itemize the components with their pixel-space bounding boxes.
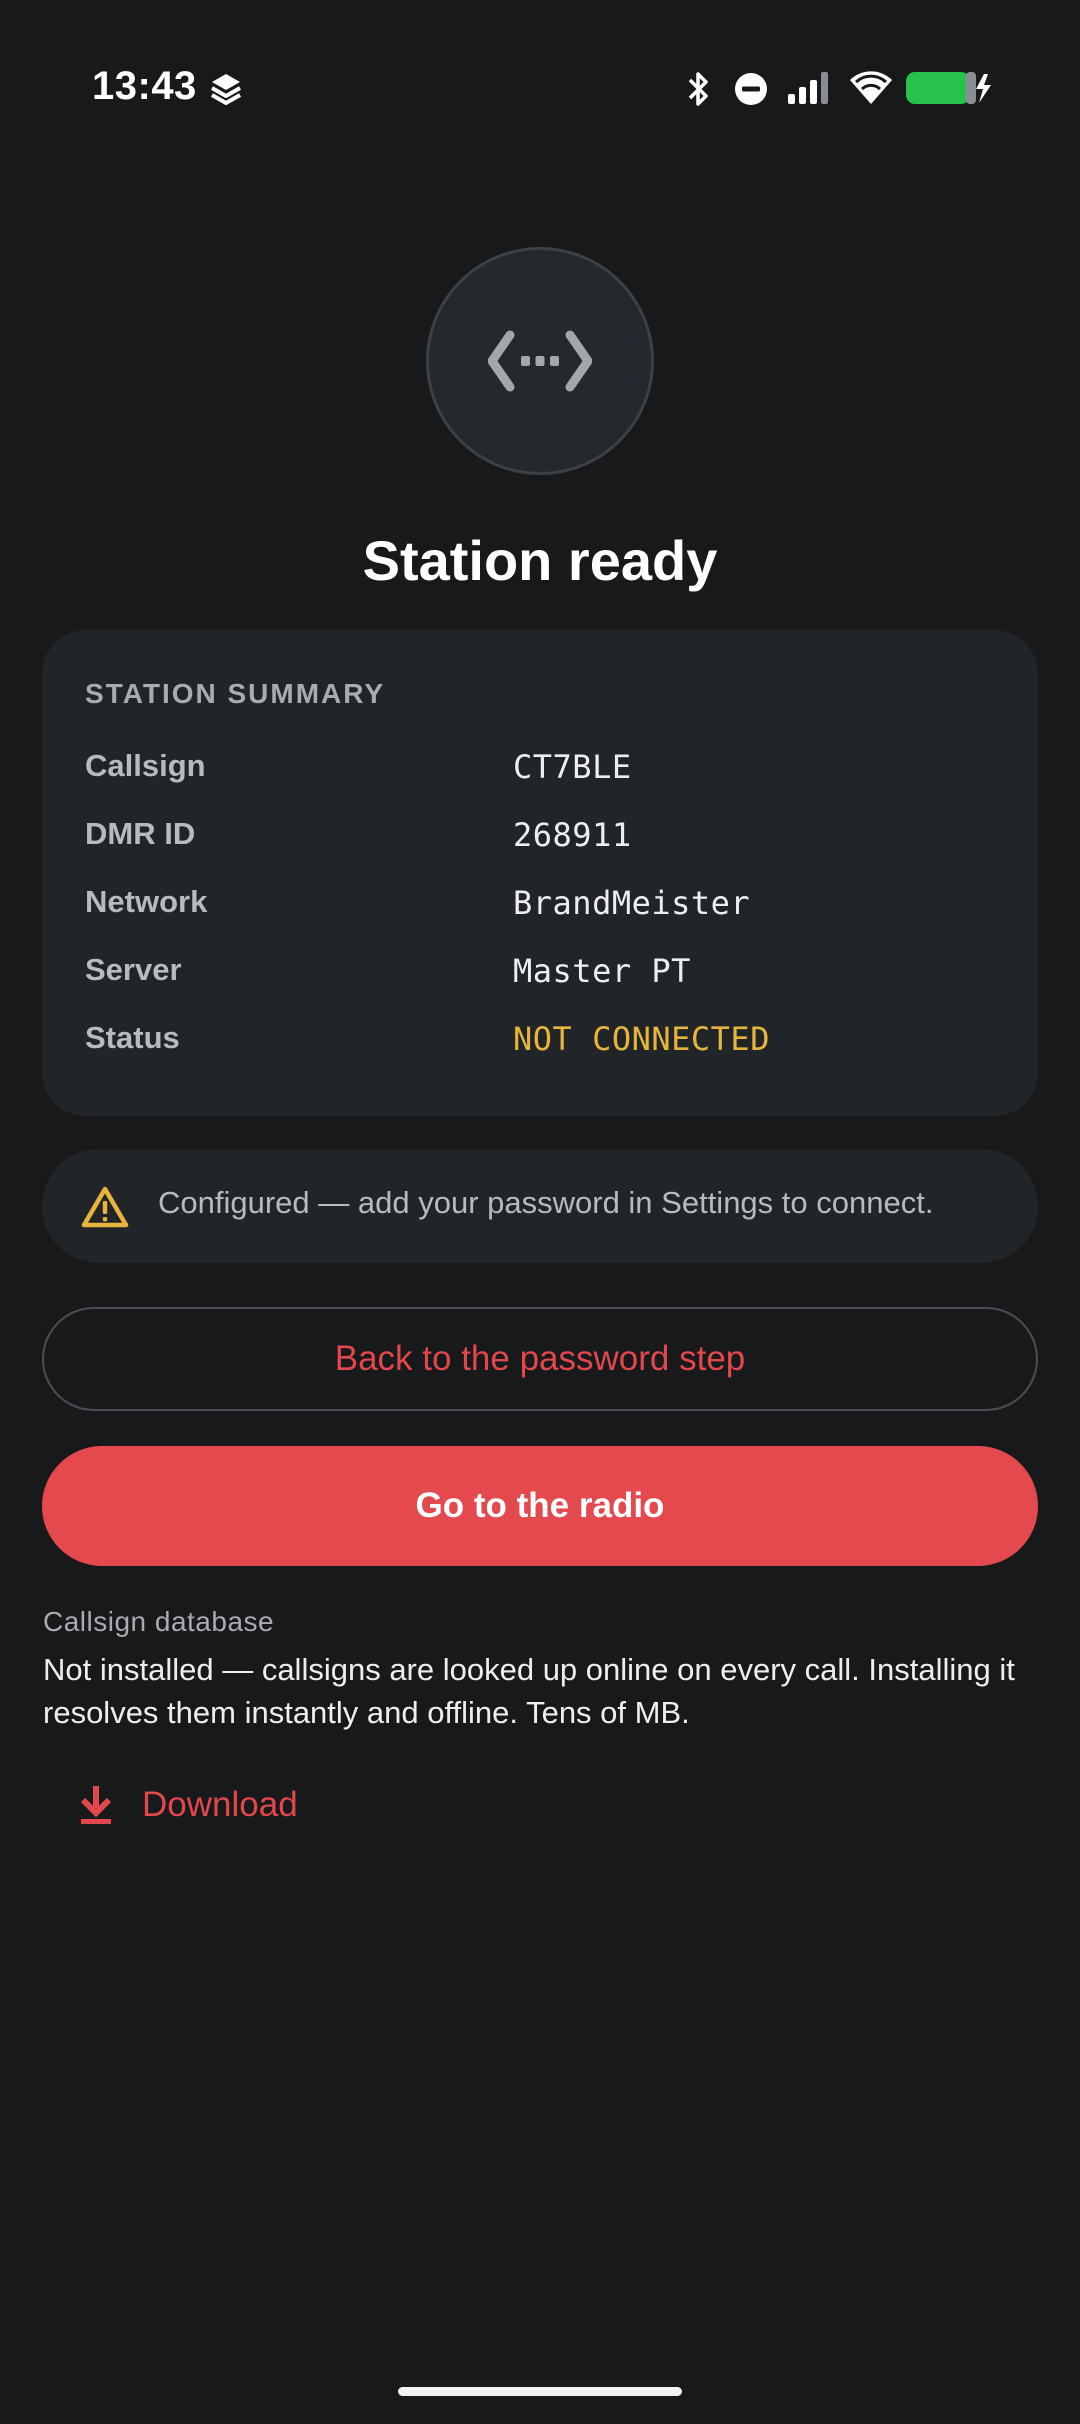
row-label: Callsign (85, 748, 206, 783)
summary-heading: STATION SUMMARY (85, 678, 386, 709)
bluetooth-icon (688, 72, 708, 106)
summary-row-callsign: Callsign CT7BLE (85, 748, 1005, 798)
status-bar: 13:43 (0, 58, 1080, 118)
download-label: Download (142, 1785, 298, 1824)
battery-charging-icon (906, 72, 991, 104)
status-time: 13:43 (92, 64, 197, 108)
signal-icon (788, 72, 828, 104)
home-indicator[interactable] (398, 2387, 682, 2396)
password-notice: Configured — add your password in Settin… (42, 1149, 1038, 1263)
page-title: Station ready (362, 529, 718, 592)
summary-row-status: Status NOT CONNECTED (85, 1020, 1005, 1070)
warning-icon (81, 1186, 129, 1228)
row-value: CT7BLE (513, 748, 632, 786)
row-label: Network (85, 884, 208, 919)
row-label: Server (85, 952, 182, 987)
callsign-database-label: Callsign database (43, 1606, 275, 1637)
station-ready-screen: 13:43 Station ready STATION SUMMARY Call… (0, 0, 1080, 2424)
download-button[interactable]: Download (78, 1780, 298, 1830)
station-summary-card: STATION SUMMARY Callsign CT7BLE DMR ID 2… (42, 630, 1038, 1116)
row-value: 268911 (513, 816, 632, 854)
back-to-password-button[interactable]: Back to the password step (42, 1307, 1038, 1411)
summary-row-server: Server Master PT (85, 952, 1005, 1002)
summary-row-dmr-id: DMR ID 268911 (85, 816, 1005, 866)
row-label: DMR ID (85, 816, 196, 851)
row-label: Status (85, 1020, 180, 1055)
go-to-radio-button[interactable]: Go to the radio (42, 1446, 1038, 1566)
app-notification-icon (211, 74, 241, 105)
notice-text: Configured — add your password in Settin… (158, 1185, 934, 1220)
wifi-icon (850, 71, 892, 104)
callsign-database-description: Not installed — callsigns are looked up … (43, 1652, 1015, 1730)
do-not-disturb-icon (735, 73, 767, 105)
row-value: Master PT (513, 952, 691, 990)
summary-row-network: Network BrandMeister (85, 884, 1005, 934)
download-icon (80, 1786, 112, 1824)
code-connection-icon (488, 330, 592, 392)
status-value: NOT CONNECTED (513, 1020, 770, 1058)
hero-badge (426, 247, 654, 475)
row-value: BrandMeister (513, 884, 751, 922)
